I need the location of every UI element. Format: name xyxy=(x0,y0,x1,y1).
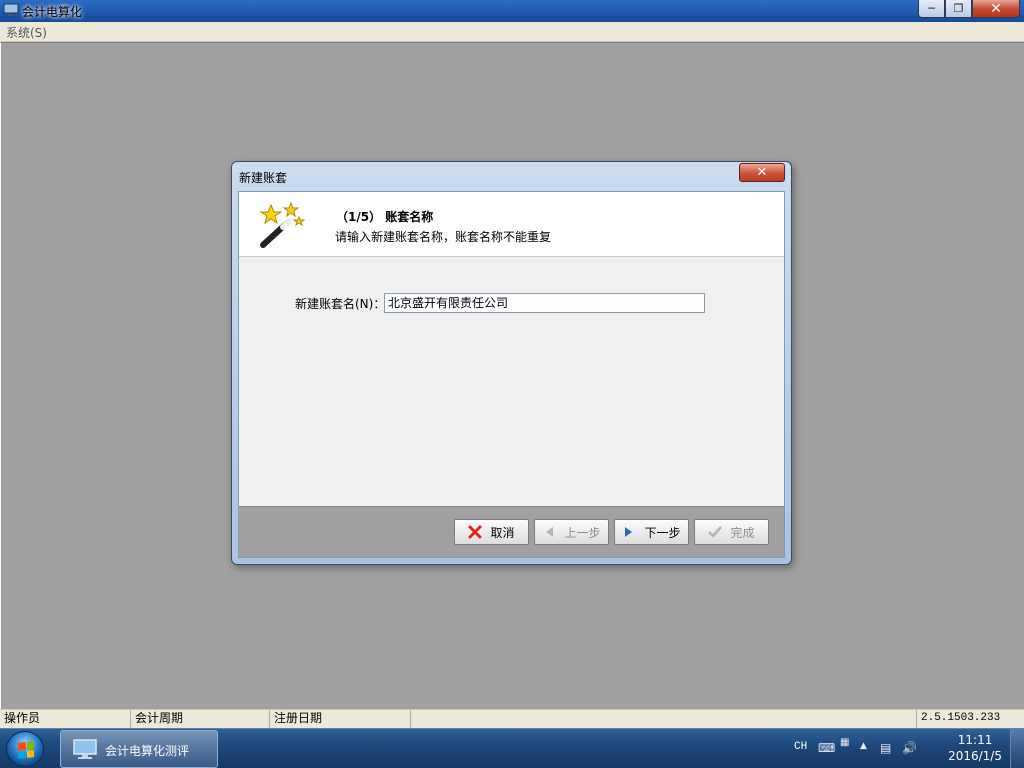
finish-button[interactable]: 完成 xyxy=(694,519,769,545)
close-icon: ✕ xyxy=(756,165,768,180)
checkmark-icon xyxy=(708,525,723,539)
restore-icon: ❐ xyxy=(953,2,964,15)
windows-logo-icon xyxy=(18,741,34,759)
action-center-icon[interactable]: ▦ xyxy=(840,737,849,748)
status-bar: 操作员 会计周期 注册日期 2.5.1503.233 xyxy=(0,709,1024,729)
next-step-label: 下一步 xyxy=(644,525,681,540)
finish-label: 完成 xyxy=(730,525,755,540)
prev-step-label: 上一步 xyxy=(564,525,601,540)
monitor-icon xyxy=(73,739,97,759)
window-title: 会计电算化 xyxy=(22,5,83,19)
clock-date: 2016/1/5 xyxy=(948,749,1002,763)
account-name-label: 新建账套名(N)： xyxy=(295,297,386,311)
dialog-close-button[interactable]: ✕ xyxy=(739,163,785,182)
main-window-titlebar[interactable]: 会计电算化 ─ ❐ ✕ xyxy=(0,0,1024,22)
next-step-button[interactable]: 下一步 xyxy=(614,519,689,545)
volume-icon[interactable]: 🔊 xyxy=(902,741,917,755)
show-desktop-button[interactable] xyxy=(1010,729,1024,768)
wizard-step-title: （1/5） 账套名称 xyxy=(336,210,434,224)
taskbar-app-button[interactable]: 会计电算化测评 xyxy=(60,730,218,768)
arrow-right-icon xyxy=(622,525,636,539)
account-name-input[interactable]: 北京盛开有限责任公司 xyxy=(384,293,705,313)
status-operator: 操作员 xyxy=(0,710,131,729)
dialog-body: （1/5） 账套名称 请输入新建账套名称，账套名称不能重复 新建账套名(N)： … xyxy=(238,191,785,558)
window-controls: ─ ❐ ✕ xyxy=(918,0,1020,18)
minimize-button[interactable]: ─ xyxy=(918,0,945,18)
taskbar: 会计电算化测评 CH ⌨ ▦ ▲ ▤ 🔊 11:11 2016/1/5 xyxy=(0,728,1024,768)
show-hidden-icons-icon[interactable]: ▲ xyxy=(860,741,867,751)
magic-wand-icon xyxy=(259,201,306,248)
arrow-left-icon xyxy=(542,525,556,539)
restore-button[interactable]: ❐ xyxy=(945,0,972,18)
close-icon: ✕ xyxy=(990,0,1002,17)
wizard-header: （1/5） 账套名称 请输入新建账套名称，账套名称不能重复 xyxy=(239,192,784,257)
menu-bar: 系统(S) xyxy=(0,22,1024,42)
minimize-icon: ─ xyxy=(928,2,935,15)
network-icon[interactable]: ▤ xyxy=(880,741,891,755)
menu-system[interactable]: 系统(S) xyxy=(6,24,47,41)
system-tray: CH ⌨ ▦ ▲ ▤ 🔊 11:11 2016/1/5 xyxy=(794,729,1024,768)
clock[interactable]: 11:11 2016/1/5 xyxy=(948,732,1002,764)
app-icon xyxy=(3,3,19,16)
keyboard-icon[interactable]: ⌨ xyxy=(818,741,835,755)
taskbar-app-label: 会计电算化测评 xyxy=(105,744,190,758)
input-language-indicator[interactable]: CH xyxy=(794,741,807,753)
wizard-footer: 取消 上一步 下一步 完成 xyxy=(239,506,784,557)
status-version: 2.5.1503.233 xyxy=(916,710,1024,729)
dialog-title: 新建账套 xyxy=(239,171,288,185)
cancel-x-icon xyxy=(468,525,482,539)
new-account-dialog: 新建账套 ✕ （1/5） 账套名称 请输入新建账套名称，账套名称不能重复 新建账… xyxy=(231,161,792,565)
status-period: 会计周期 xyxy=(131,710,270,729)
status-register-date: 注册日期 xyxy=(270,710,411,729)
wizard-step-subtitle: 请输入新建账套名称，账套名称不能重复 xyxy=(335,230,552,244)
clock-time: 11:11 xyxy=(957,733,993,747)
prev-step-button[interactable]: 上一步 xyxy=(534,519,609,545)
close-button[interactable]: ✕ xyxy=(972,0,1020,18)
cancel-button[interactable]: 取消 xyxy=(454,519,529,545)
cancel-label: 取消 xyxy=(490,525,515,540)
start-button[interactable] xyxy=(6,731,44,767)
